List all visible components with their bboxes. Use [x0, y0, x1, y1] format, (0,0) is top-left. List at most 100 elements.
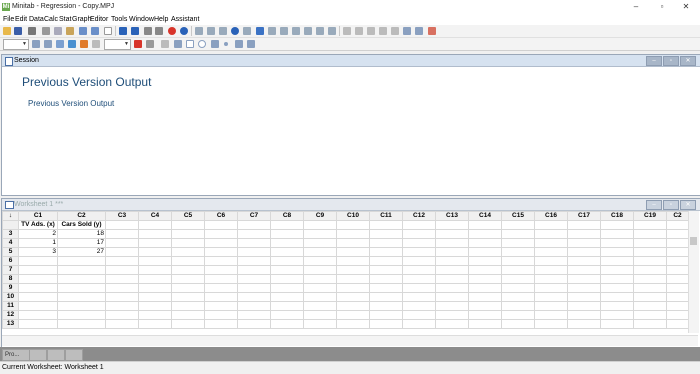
- data-cell[interactable]: [666, 283, 689, 293]
- flag-icon[interactable]: [80, 40, 88, 48]
- show-sheet-icon[interactable]: [195, 27, 203, 35]
- data-cell[interactable]: [57, 310, 106, 320]
- data-cell[interactable]: [633, 283, 667, 293]
- data-cell[interactable]: [600, 256, 634, 266]
- data-cell[interactable]: [171, 256, 205, 266]
- blank-icon[interactable]: [104, 27, 112, 35]
- data-cell[interactable]: [138, 256, 172, 266]
- column-header[interactable]: C8: [270, 211, 304, 221]
- column-name-cell[interactable]: [402, 220, 436, 230]
- menu-window[interactable]: Window: [129, 14, 154, 25]
- data-cell[interactable]: [402, 229, 436, 239]
- data-cell[interactable]: [336, 283, 370, 293]
- graph-folder-icon[interactable]: [280, 27, 288, 35]
- formula-icon[interactable]: [343, 27, 351, 35]
- worksheet-close-button[interactable]: ✕: [680, 200, 696, 210]
- data-cell[interactable]: [138, 301, 172, 311]
- edit-icon[interactable]: [415, 27, 423, 35]
- polygon-tool-icon[interactable]: [247, 40, 255, 48]
- data-cell[interactable]: [567, 274, 601, 284]
- project-manager-tab[interactable]: Pro...: [2, 349, 30, 361]
- cut-icon[interactable]: [42, 27, 50, 35]
- data-cell[interactable]: [138, 274, 172, 284]
- data-cell[interactable]: [567, 256, 601, 266]
- data-cell[interactable]: [402, 319, 436, 329]
- row-number[interactable]: 7: [2, 265, 19, 275]
- minimized-tab-2[interactable]: [29, 349, 47, 361]
- save-icon[interactable]: [14, 27, 22, 35]
- menu-assistant[interactable]: Assistant: [171, 14, 199, 25]
- row-number[interactable]: 9: [2, 283, 19, 293]
- data-cell[interactable]: [303, 283, 337, 293]
- data-cell[interactable]: [501, 319, 535, 329]
- data-cell[interactable]: [501, 265, 535, 275]
- column-header[interactable]: C2: [666, 211, 689, 221]
- binoculars-icon[interactable]: [144, 27, 152, 35]
- project-icon[interactable]: [243, 27, 251, 35]
- column-name-cell[interactable]: TV Ads. (x): [18, 220, 58, 230]
- column-name-cell[interactable]: [171, 220, 205, 230]
- data-cell[interactable]: [666, 292, 689, 302]
- data-cell[interactable]: [666, 310, 689, 320]
- data-cell[interactable]: [171, 247, 205, 257]
- column-name-cell[interactable]: [336, 220, 370, 230]
- session-close-button[interactable]: ✕: [680, 56, 696, 66]
- data-cell[interactable]: 3: [18, 247, 58, 257]
- data-cell[interactable]: [501, 238, 535, 248]
- data-cell[interactable]: [369, 301, 403, 311]
- data-cell[interactable]: [138, 238, 172, 248]
- data-cell[interactable]: [303, 301, 337, 311]
- data-cell[interactable]: [600, 265, 634, 275]
- data-cell[interactable]: [270, 238, 304, 248]
- data-cell[interactable]: [369, 229, 403, 239]
- row-icon[interactable]: [367, 27, 375, 35]
- data-cell[interactable]: [534, 319, 568, 329]
- data-cell[interactable]: [534, 292, 568, 302]
- data-cell[interactable]: [105, 274, 139, 284]
- grid-corner-cell[interactable]: ↓: [2, 211, 19, 221]
- eraser-icon[interactable]: [428, 27, 436, 35]
- data-cell[interactable]: [105, 319, 139, 329]
- data-cell[interactable]: [633, 319, 667, 329]
- data-cell[interactable]: [105, 238, 139, 248]
- data-cell[interactable]: [402, 247, 436, 257]
- data-cell[interactable]: [303, 238, 337, 248]
- pointer-icon[interactable]: [44, 40, 52, 48]
- open-icon[interactable]: [3, 27, 11, 35]
- data-cell[interactable]: [270, 256, 304, 266]
- data-cell[interactable]: [303, 274, 337, 284]
- session-minimize-button[interactable]: –: [646, 56, 662, 66]
- up-arrow-icon[interactable]: [119, 27, 127, 35]
- data-cell[interactable]: [468, 292, 502, 302]
- data-cell[interactable]: [237, 283, 271, 293]
- data-cell[interactable]: [369, 310, 403, 320]
- data-cell[interactable]: [666, 247, 689, 257]
- minimized-tab-4[interactable]: [65, 349, 83, 361]
- column-header[interactable]: C1: [18, 211, 58, 221]
- text-tool-icon[interactable]: [174, 40, 182, 48]
- data-cell[interactable]: [237, 238, 271, 248]
- data-cell[interactable]: [18, 319, 58, 329]
- data-cell[interactable]: [57, 301, 106, 311]
- data-cell[interactable]: [501, 274, 535, 284]
- data-cell[interactable]: [57, 319, 106, 329]
- row-number[interactable]: 3: [2, 229, 19, 239]
- minimize-button[interactable]: –: [622, 1, 650, 13]
- data-cell[interactable]: [138, 319, 172, 329]
- data-cell[interactable]: [435, 256, 469, 266]
- column-header[interactable]: C19: [633, 211, 667, 221]
- data-cell[interactable]: [501, 310, 535, 320]
- data-cell[interactable]: [666, 229, 689, 239]
- data-cell[interactable]: [270, 229, 304, 239]
- row-number[interactable]: 5: [2, 247, 19, 257]
- data-cell[interactable]: [237, 319, 271, 329]
- data-cell[interactable]: [237, 292, 271, 302]
- data-cell[interactable]: [402, 301, 436, 311]
- data-cell[interactable]: [138, 283, 172, 293]
- data-cell[interactable]: [435, 229, 469, 239]
- data-cell[interactable]: [18, 256, 58, 266]
- scroll-thumb[interactable]: [690, 237, 697, 245]
- help-icon[interactable]: [180, 27, 188, 35]
- data-cell[interactable]: [369, 247, 403, 257]
- column-name-cell[interactable]: [138, 220, 172, 230]
